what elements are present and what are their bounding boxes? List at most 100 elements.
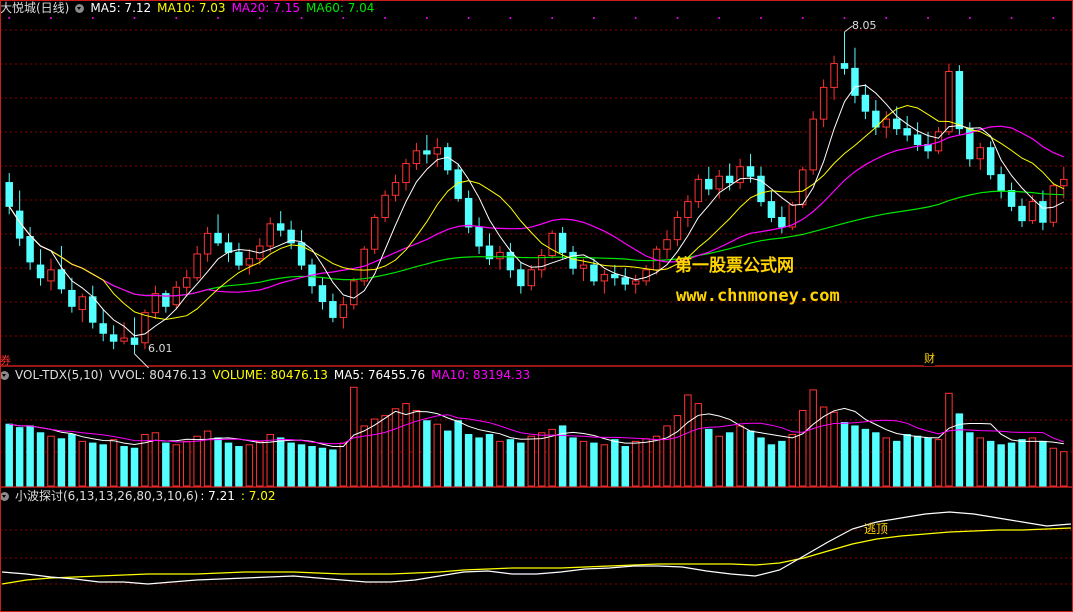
candle-body bbox=[68, 289, 76, 307]
volume-bar bbox=[464, 434, 473, 487]
candle-body bbox=[579, 264, 588, 269]
event-dot bbox=[801, 17, 804, 19]
candle-body bbox=[1039, 201, 1047, 223]
candle-body bbox=[99, 323, 107, 334]
volume-bar bbox=[454, 420, 462, 487]
candle-body bbox=[214, 232, 222, 244]
candle-body bbox=[746, 166, 755, 177]
candle-body bbox=[705, 178, 713, 190]
stock-chart[interactable] bbox=[0, 0, 1073, 612]
volume-bar bbox=[350, 386, 358, 487]
event-dot bbox=[551, 17, 554, 19]
candle-body bbox=[892, 118, 901, 130]
candle-body bbox=[840, 63, 849, 69]
candle-body bbox=[26, 236, 34, 263]
candle-body bbox=[600, 274, 609, 282]
candle-body bbox=[778, 216, 786, 228]
candle-body bbox=[945, 71, 953, 133]
volume-bar bbox=[924, 437, 932, 487]
candle-body bbox=[5, 182, 13, 207]
volume-bar bbox=[297, 444, 306, 487]
volume-bar bbox=[130, 447, 139, 487]
candle-body bbox=[141, 312, 149, 344]
finance-marker[interactable]: 财 bbox=[924, 350, 935, 366]
volume-bar bbox=[339, 442, 348, 487]
volume-bar bbox=[725, 432, 734, 487]
volume-bar bbox=[966, 432, 974, 487]
margin-marker: 券 bbox=[0, 354, 11, 367]
volume-bar bbox=[1018, 439, 1026, 487]
volume-bar bbox=[5, 423, 13, 487]
volume-bar bbox=[851, 425, 859, 487]
candle-body bbox=[621, 277, 629, 285]
event-dot bbox=[425, 17, 428, 19]
candle-body bbox=[663, 239, 671, 250]
volume-bar bbox=[172, 444, 181, 487]
candle-body bbox=[318, 285, 327, 303]
event-dot bbox=[759, 17, 762, 19]
ma60-line bbox=[8, 190, 1064, 297]
volume-bar bbox=[517, 442, 525, 487]
event-dot bbox=[467, 17, 470, 19]
volume-bar bbox=[997, 444, 1005, 487]
candle-body bbox=[882, 118, 891, 128]
volume-bar bbox=[1007, 442, 1016, 487]
candle-body bbox=[590, 264, 598, 282]
volume-bar bbox=[892, 440, 901, 487]
volume-bar bbox=[162, 442, 170, 487]
candle-body bbox=[203, 232, 212, 255]
event-dot bbox=[91, 17, 94, 19]
volume-bar bbox=[663, 425, 671, 487]
volume-bar bbox=[621, 446, 629, 487]
event-dot bbox=[175, 17, 178, 19]
volume-bar bbox=[193, 435, 201, 487]
volume-bar bbox=[287, 442, 295, 487]
candle-body bbox=[611, 274, 619, 279]
volume-bar bbox=[109, 439, 118, 487]
volume-bar bbox=[631, 440, 640, 487]
volume-bar bbox=[1039, 440, 1047, 487]
indicator-yellow-line bbox=[1, 527, 1072, 585]
volume-bar bbox=[778, 440, 786, 487]
volume-bar bbox=[235, 446, 243, 487]
watermark-url: www.chnmoney.com bbox=[676, 286, 840, 306]
candle-body bbox=[151, 293, 160, 314]
volume-bar bbox=[120, 446, 128, 487]
event-dot bbox=[885, 17, 888, 19]
volume-bar bbox=[767, 444, 776, 487]
volume-bar bbox=[444, 430, 452, 487]
volume-bar bbox=[26, 425, 34, 487]
candle-body bbox=[851, 67, 859, 96]
volume-bar bbox=[537, 432, 546, 487]
candle-body bbox=[350, 280, 358, 306]
volume-bar bbox=[308, 446, 316, 487]
event-dot bbox=[342, 17, 345, 19]
candle-body bbox=[370, 216, 379, 250]
candle-body bbox=[89, 296, 97, 323]
volume-bar bbox=[913, 435, 922, 487]
volume-bar bbox=[986, 440, 995, 487]
volume-bar bbox=[47, 435, 55, 487]
volume-bar bbox=[433, 423, 442, 487]
volume-bar bbox=[684, 394, 692, 487]
volume-bar bbox=[736, 425, 744, 487]
volume-bar bbox=[799, 409, 807, 487]
volume-bar bbox=[976, 437, 984, 487]
volume-bar bbox=[256, 440, 264, 487]
candle-body bbox=[235, 251, 243, 266]
candle-body bbox=[673, 216, 682, 241]
candle-body bbox=[475, 226, 483, 247]
volume-bar bbox=[496, 440, 504, 487]
volume-bar bbox=[318, 447, 327, 487]
event-dot bbox=[217, 17, 220, 19]
indicator-white-line bbox=[1, 511, 1072, 585]
volume-bar bbox=[245, 444, 254, 487]
candle-body bbox=[819, 86, 828, 120]
volume-bar bbox=[485, 434, 494, 487]
volume-bar bbox=[861, 428, 870, 487]
volume-bar bbox=[99, 444, 107, 487]
volume-bar bbox=[224, 442, 233, 487]
volume-bar bbox=[694, 403, 703, 487]
volume-bar bbox=[475, 437, 483, 487]
candle-body bbox=[109, 334, 118, 342]
